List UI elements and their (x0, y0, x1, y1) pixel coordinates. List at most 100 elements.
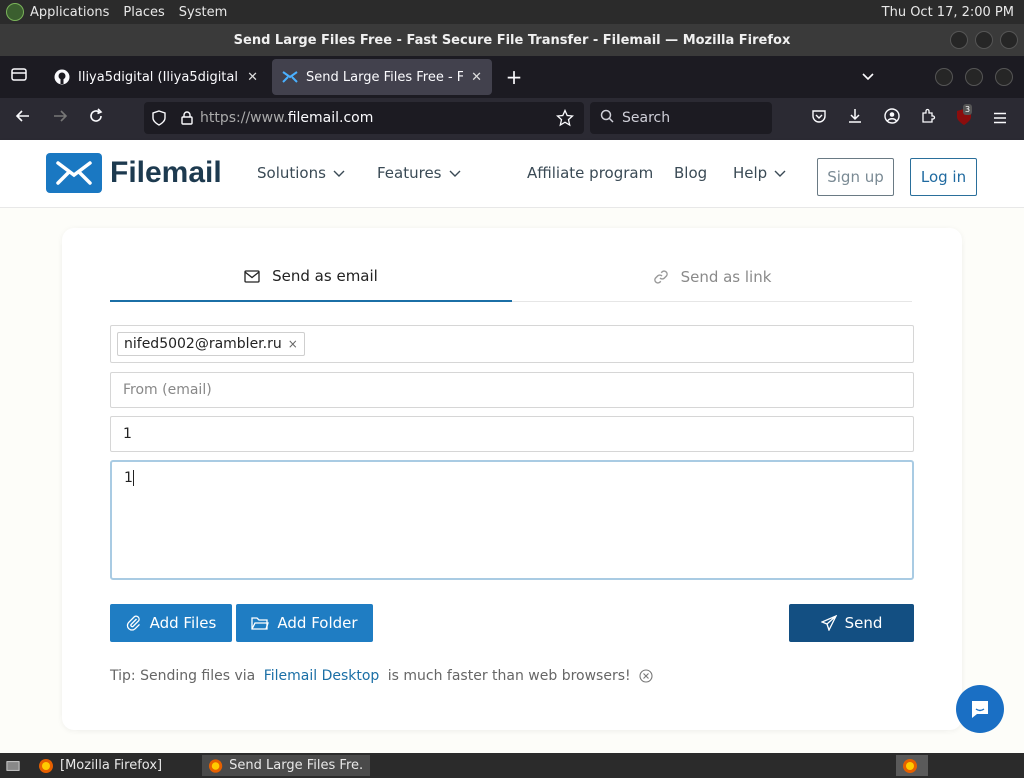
add-files-button[interactable]: Add Files (110, 604, 232, 642)
filemail-icon (282, 71, 298, 83)
logo-mark-icon (46, 153, 102, 193)
tab-send-as-email-label: Send as email (272, 267, 378, 285)
tip-suffix: is much faster than web browsers! (383, 668, 631, 684)
chevron-down-icon (333, 170, 345, 177)
taskbar-item-firefox[interactable]: [Mozilla Firefox] (32, 755, 197, 776)
shield-icon[interactable] (144, 110, 174, 126)
send-button[interactable]: Send (789, 604, 914, 642)
subject-field[interactable]: 1 (110, 416, 914, 452)
tab-close-icon[interactable]: ✕ (247, 70, 258, 85)
tab-send-as-link-label: Send as link (680, 268, 772, 286)
pocket-icon[interactable] (808, 108, 830, 130)
firefox-view-icon[interactable] (8, 66, 30, 88)
nav-solutions[interactable]: Solutions (257, 164, 346, 182)
firefox-icon (39, 758, 53, 773)
taskbar-item-label: Send Large Files Fre... (229, 758, 364, 773)
window-control-dot (935, 68, 953, 86)
url-prefix: https://www. (200, 110, 288, 126)
link-icon (653, 270, 668, 284)
signup-button[interactable]: Sign up (817, 158, 894, 196)
window-control-dot (995, 68, 1013, 86)
tab-label: Iliya5digital (Iliya5digital) / R (78, 69, 240, 85)
tab-github[interactable]: Iliya5digital (Iliya5digital) / R ✕ (44, 59, 268, 95)
remove-recipient-icon[interactable]: × (288, 337, 298, 351)
account-icon[interactable] (881, 108, 903, 130)
system-menus: Applications Places System (6, 3, 227, 21)
downloads-icon[interactable] (844, 108, 866, 130)
taskbar-item-filemail[interactable]: Send Large Files Fre... (202, 755, 370, 776)
from-email-placeholder: From (email) (123, 382, 212, 398)
tip-prefix: Tip: Sending files via (110, 668, 260, 684)
chevron-down-icon (449, 170, 460, 177)
workspace-switcher[interactable] (896, 755, 928, 776)
system-clock[interactable]: Thu Oct 17, 2:00 PM (882, 5, 1018, 20)
window-control-dot (965, 68, 983, 86)
message-textarea[interactable]: 1 (110, 460, 914, 580)
hamburger-menu-icon[interactable] (989, 108, 1011, 130)
menu-system[interactable]: System (179, 5, 227, 20)
window-close-button[interactable] (1000, 31, 1018, 49)
window-title: Send Large Files Free - Fast Secure File… (233, 32, 791, 48)
desktop-tip: Tip: Sending files via Filemail Desktop … (110, 668, 653, 684)
extensions-icon[interactable] (917, 108, 939, 130)
menu-places[interactable]: Places (123, 5, 164, 20)
add-files-label: Add Files (149, 614, 217, 632)
firefox-icon (208, 758, 223, 773)
login-button[interactable]: Log in (910, 158, 977, 196)
folder-icon (251, 617, 270, 630)
nav-features[interactable]: Features (377, 164, 462, 182)
send-mode-tabs: Send as email Send as link (110, 252, 912, 302)
nav-blog[interactable]: Blog (674, 164, 707, 182)
text-cursor (132, 470, 134, 486)
chat-support-button[interactable] (956, 685, 1004, 733)
brand-name: Filemail (110, 156, 222, 189)
from-email-field[interactable]: From (email) (110, 372, 914, 408)
window-titlebar: Send Large Files Free - Fast Secure File… (0, 24, 1024, 56)
firefox-icon (903, 758, 917, 773)
url-bar[interactable]: https://www. filemail.com (144, 102, 584, 134)
nav-help-label: Help (733, 164, 768, 182)
chat-bubble-icon (972, 701, 988, 718)
reload-icon[interactable] (85, 108, 107, 130)
nav-affiliate-label: Affiliate program (527, 164, 654, 182)
tab-send-as-link[interactable]: Send as link (512, 252, 912, 302)
send-label: Send (844, 614, 883, 632)
paper-plane-icon (820, 615, 837, 631)
envelope-icon (244, 269, 260, 283)
paperclip-icon (126, 615, 140, 631)
lock-icon[interactable] (174, 111, 200, 125)
system-top-bar: Applications Places System Thu Oct 17, 2… (0, 0, 1024, 24)
url-host: filemail.com (287, 110, 374, 126)
nav-solutions-label: Solutions (257, 164, 326, 182)
filemail-desktop-link[interactable]: Filemail Desktop (264, 668, 380, 684)
tab-send-as-email[interactable]: Send as email (110, 252, 512, 302)
window-minimize-button[interactable] (950, 31, 968, 49)
recipients-field[interactable]: nifed5002@rambler.ru × (110, 325, 914, 363)
search-bar[interactable]: Search (590, 102, 772, 134)
recipient-email: nifed5002@rambler.ru (124, 336, 282, 352)
add-folder-button[interactable]: Add Folder (236, 604, 373, 642)
dismiss-tip-icon[interactable] (639, 669, 653, 683)
forward-icon[interactable] (49, 108, 71, 130)
menu-applications[interactable]: Applications (30, 5, 109, 20)
tab-close-icon[interactable]: ✕ (471, 70, 482, 85)
show-desktop-icon[interactable] (0, 755, 26, 776)
browser-nav-bar: https://www. filemail.com Search 3 (0, 98, 1024, 140)
filemail-logo[interactable]: Filemail (46, 153, 222, 193)
taskbar-item-label: [Mozilla Firefox] (60, 758, 163, 773)
nav-help[interactable]: Help (733, 164, 787, 182)
applications-icon[interactable] (6, 3, 24, 21)
ublock-icon[interactable]: 3 (953, 104, 975, 132)
window-maximize-button[interactable] (975, 31, 993, 49)
bookmark-star-icon[interactable] (555, 108, 575, 131)
tab-filemail[interactable]: Send Large Files Free - Fast ✕ (272, 59, 492, 95)
transfer-card: Send as email Send as link nifed5002@ram… (62, 228, 962, 730)
nav-blog-label: Blog (674, 164, 708, 182)
list-all-tabs-icon[interactable] (857, 66, 879, 88)
search-placeholder: Search (622, 110, 671, 126)
new-tab-icon[interactable]: + (503, 66, 525, 88)
nav-features-label: Features (377, 164, 442, 182)
nav-affiliate[interactable]: Affiliate program (527, 164, 653, 182)
ublock-badge: 3 (963, 104, 973, 115)
back-icon[interactable] (12, 108, 34, 130)
